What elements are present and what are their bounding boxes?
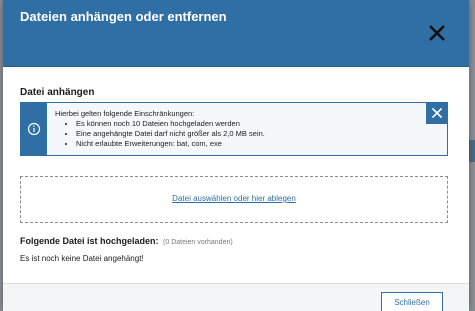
dialog-title: Dateien anhängen oder entfernen	[20, 9, 227, 24]
close-button[interactable]: Schließen	[381, 292, 443, 311]
select-file-link[interactable]: Datei auswählen oder hier ablegen	[21, 194, 447, 203]
dialog-header: Dateien anhängen oder entfernen	[3, 0, 469, 67]
restrictions-info-box: Hierbei gelten folgende Einschränkungen:…	[20, 102, 448, 156]
uploaded-title-text: Folgende Datei ist hochgeladen:	[20, 236, 159, 246]
restrictions-list: Es können noch 10 Dateien hochgeladen we…	[55, 119, 265, 149]
attach-section-title: Datei anhängen	[20, 87, 95, 98]
restrictions-intro: Hierbei gelten folgende Einschränkungen:	[55, 109, 195, 118]
file-dropzone[interactable]: Datei auswählen oder hier ablegen	[20, 176, 448, 223]
close-icon[interactable]	[427, 23, 447, 43]
restrictions-text: Hierbei gelten folgende Einschränkungen:…	[55, 109, 265, 149]
restriction-item: Eine angehängte Datei darf nicht größer …	[76, 129, 265, 139]
no-files-message: Es ist noch keine Datei angehängt!	[20, 254, 144, 263]
restriction-item: Es können noch 10 Dateien hochgeladen we…	[76, 119, 265, 129]
restriction-item: Nicht erlaubte Erweiterungen: bat, com, …	[76, 139, 265, 149]
uploaded-count: (0 Dateien vorhanden)	[163, 239, 233, 246]
dialog-footer: Schließen	[3, 283, 469, 311]
uploaded-files-title: Folgende Datei ist hochgeladen: (0 Datei…	[20, 236, 233, 246]
info-close-icon[interactable]	[426, 102, 448, 124]
file-dialog: Dateien anhängen oder entfernen Datei an…	[3, 0, 469, 311]
info-icon	[21, 103, 47, 155]
